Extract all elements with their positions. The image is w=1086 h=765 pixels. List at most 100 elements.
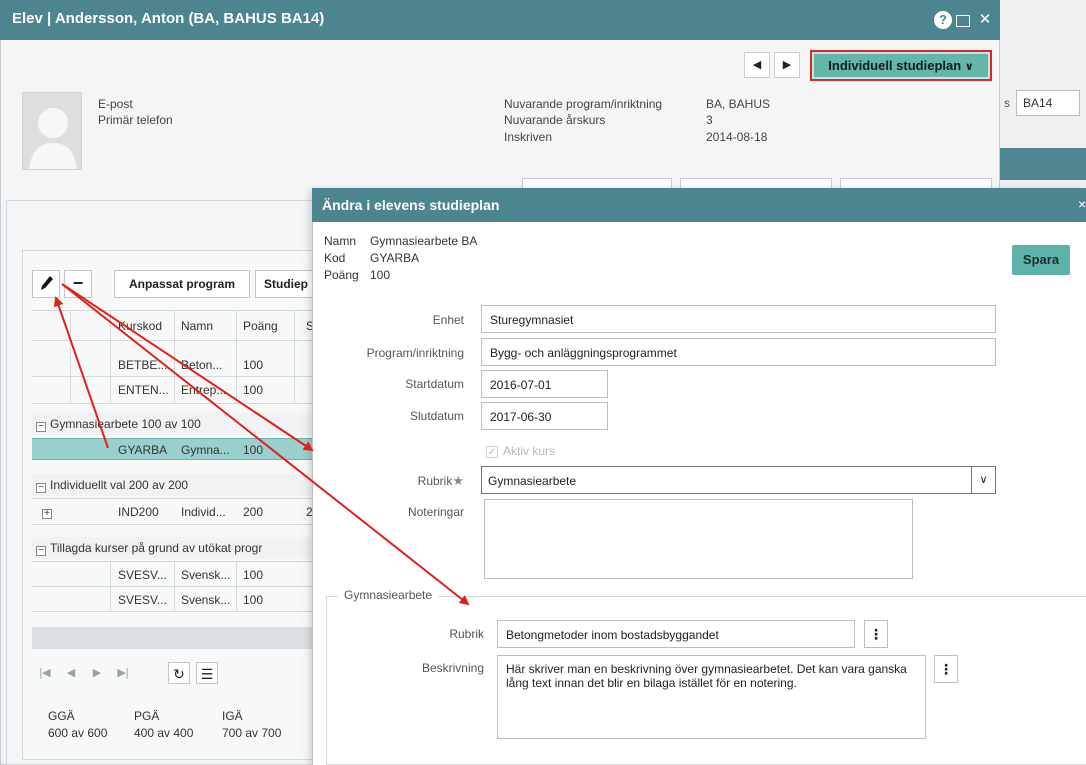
grid-line (236, 561, 237, 611)
studyplan-dropdown-button[interactable]: Individuell studieplan ∨ (810, 50, 992, 81)
maximize-icon[interactable] (956, 15, 970, 27)
previous-button[interactable]: ◀ (744, 52, 770, 78)
unit-field[interactable]: Sturegymnasiet (481, 305, 996, 333)
window-title: Elev | Andersson, Anton (BA, BAHUS BA14) (12, 10, 325, 27)
background-band (1000, 148, 1086, 180)
program-field[interactable]: Bygg- och anläggningsprogrammet (481, 338, 996, 366)
name-label: Namn (324, 234, 357, 248)
project-section-title: Gymnasiearbete (338, 588, 439, 602)
grid-line (32, 611, 322, 612)
code-value: GYARBA (370, 251, 420, 265)
course-name-cell: Svensk... (181, 568, 231, 582)
email-label: E-post (98, 97, 133, 111)
description-textarea[interactable]: Här skriver man en beskrivning över gymn… (497, 655, 926, 739)
grid-line (32, 310, 322, 311)
summary-label: GGÄ (48, 709, 75, 723)
group-label: Tillagda kurser på grund av utökat progr (50, 541, 263, 555)
name-value: Gymnasiearbete BA (370, 234, 478, 248)
collapse-icon[interactable]: − (36, 546, 46, 556)
heading-select-value: Gymnasiearbete (488, 474, 577, 488)
grid-scrollbar[interactable] (32, 627, 322, 649)
course-code-cell: ENTEN... (118, 383, 169, 397)
summary-label: IGÄ (222, 709, 243, 723)
previous-page-button[interactable]: ◀ (60, 662, 82, 684)
question-icon[interactable]: ? (934, 11, 952, 29)
grid-line (32, 524, 322, 525)
program-label: Program/inriktning (366, 346, 464, 360)
heading-label: Rubrik★ (304, 473, 464, 489)
description-label: Beskrivning (421, 661, 484, 675)
group-row-elective[interactable]: − Individuellt val 200 av 200 (32, 474, 322, 496)
group-label: Gymnasiearbete 100 av 100 (50, 417, 201, 431)
end-date-field[interactable]: 2017-06-30 (481, 402, 608, 430)
studyplan-button[interactable]: Studiep (255, 270, 315, 298)
notes-textarea[interactable] (484, 499, 913, 579)
refresh-icon[interactable]: ↻ (168, 662, 190, 684)
pencil-icon (41, 276, 53, 290)
summary-value: 400 av 400 (134, 726, 194, 740)
group-label: Individuellt val 200 av 200 (50, 478, 189, 492)
grid-line (32, 586, 322, 587)
heading-select[interactable]: Gymnasiearbete ∨ (481, 466, 996, 494)
active-course-label: Aktiv kurs (503, 444, 556, 458)
more-options-icon[interactable]: ⋮ (934, 655, 958, 683)
studyplan-button-label: Individuell studieplan (828, 58, 962, 73)
collapse-icon[interactable]: − (36, 483, 46, 493)
chevron-down-icon: ∨ (964, 61, 974, 73)
course-code-cell: GYARBA (118, 443, 168, 457)
person-silhouette-icon (23, 93, 81, 169)
grid-line (32, 498, 322, 499)
start-date-label: Startdatum (405, 377, 464, 391)
enrolled-value: 2014-08-18 (706, 130, 768, 144)
avatar (22, 92, 82, 170)
grid-line (110, 310, 111, 404)
next-button[interactable]: ▶ (774, 52, 800, 78)
selected-course-row[interactable] (32, 438, 322, 460)
summary-label: PGÄ (134, 709, 160, 723)
close-icon[interactable]: × (1078, 196, 1086, 212)
group-row-project[interactable]: − Gymnasiearbete 100 av 100 (32, 413, 322, 435)
column-header-name[interactable]: Namn (181, 319, 213, 333)
studyplan-button-face: Individuell studieplan ∨ (814, 54, 988, 77)
chevron-down-icon[interactable]: ∨ (971, 467, 995, 493)
course-code-cell: SVESV... (118, 593, 167, 607)
summary-value: 600 av 600 (48, 726, 108, 740)
course-name-cell: Gymna... (181, 443, 230, 457)
column-header-points[interactable]: Poäng (243, 319, 278, 333)
remove-button[interactable]: − (64, 270, 92, 298)
next-page-button[interactable]: ▶ (86, 662, 108, 684)
start-date-field[interactable]: 2016-07-01 (481, 370, 608, 398)
course-code-cell: SVESV... (118, 568, 167, 582)
notes-label: Noteringar (407, 505, 464, 519)
column-header-code[interactable]: Kurskod (118, 319, 162, 333)
edit-button[interactable] (32, 270, 60, 298)
project-heading-label: Rubrik (449, 627, 484, 641)
grid-line (70, 310, 71, 404)
group-row-added-courses[interactable]: − Tillagda kurser på grund av utökat prog… (32, 537, 322, 559)
active-course-checkbox[interactable]: ✓ Aktiv kurs (486, 444, 555, 458)
export-icon[interactable]: ☰ (196, 662, 218, 684)
code-label: Kod (324, 251, 346, 265)
grid-line (32, 340, 322, 341)
last-page-button[interactable]: ▶| (112, 662, 134, 684)
current-year-label: Nuvarande årskurs (504, 113, 606, 127)
enrolled-label: Inskriven (504, 130, 553, 144)
expand-icon[interactable]: + (42, 504, 56, 519)
save-button[interactable]: Spara (1012, 245, 1070, 275)
course-name-cell: Individ... (181, 505, 226, 519)
course-name-cell: Beton... (181, 358, 223, 372)
heading-label-text: Rubrik (417, 474, 453, 488)
class-field[interactable]: BA14 (1016, 90, 1080, 116)
course-points-cell: 100 (243, 568, 264, 582)
collapse-icon[interactable]: − (36, 422, 46, 432)
course-points-cell: 100 (243, 593, 264, 607)
first-page-button[interactable]: |◀ (34, 662, 56, 684)
custom-program-button[interactable]: Anpassat program (114, 270, 250, 298)
project-heading-field[interactable]: Betongmetoder inom bostadsbyggandet (497, 620, 855, 648)
course-points-cell: 200 (243, 505, 264, 519)
summary-value: 700 av 700 (222, 726, 282, 740)
close-icon[interactable]: ✕ (976, 11, 994, 29)
required-star-icon: ★ (452, 473, 464, 488)
course-name-cell: Svensk... (181, 593, 231, 607)
more-options-icon[interactable]: ⋮ (864, 620, 888, 648)
